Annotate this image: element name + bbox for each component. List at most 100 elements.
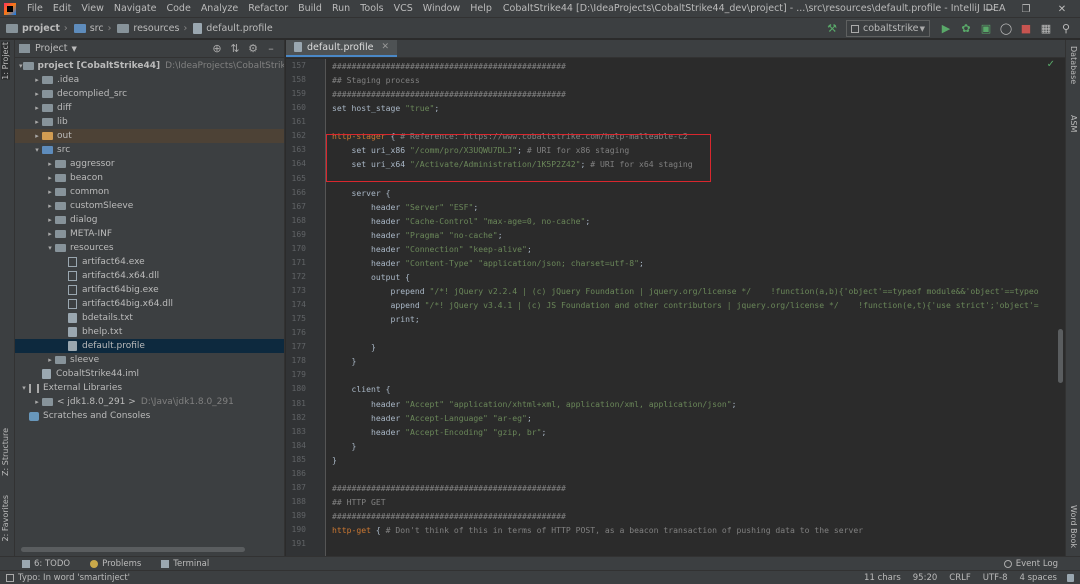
tree-item[interactable]: ▾ resources xyxy=(15,241,284,255)
code-line[interactable]: set uri_x86 "/comm/pro/X3UQWU7DLJ"; # UR… xyxy=(332,143,1058,157)
favorites-tool-tab[interactable]: 2: Favorites xyxy=(1,495,10,541)
project-structure-icon[interactable]: ▦ xyxy=(1036,20,1056,37)
code-line[interactable]: ########################################… xyxy=(332,59,1058,73)
code-line[interactable]: append "/*! jQuery v3.4.1 | (c) JS Found… xyxy=(332,298,1058,312)
collapse-icon[interactable]: ⇅ xyxy=(226,42,244,55)
collapsed-arrow-icon[interactable]: ▸ xyxy=(32,76,42,84)
tree-item[interactable]: artifact64big.exe xyxy=(15,283,284,297)
code-line[interactable]: print; xyxy=(332,312,1058,326)
editor-tab-default-profile[interactable]: default.profile ✕ xyxy=(286,40,398,57)
problems-tool-button[interactable]: Problems xyxy=(90,559,141,569)
code-line[interactable]: header "Accept-Encoding" "gzip, br"; xyxy=(332,425,1058,439)
code-line[interactable]: http-stager { # Reference: https://www.c… xyxy=(332,129,1058,143)
code-area[interactable]: 157 158 159 160 161 162 163 164 165 166 167 168 169 1… xyxy=(286,59,1065,556)
build-hammer-icon[interactable]: ⚒ xyxy=(826,22,838,35)
collapsed-arrow-icon[interactable]: ▸ xyxy=(45,160,55,168)
tree-item[interactable]: ▾ project [CobaltStrike44] D:\IdeaProjects… xyxy=(15,59,284,73)
chevron-down-icon[interactable]: ▼ xyxy=(72,45,77,53)
code-line[interactable]: set host_stage "true"; xyxy=(332,101,1058,115)
code-line[interactable]: output { xyxy=(332,270,1058,284)
code-line[interactable]: server { xyxy=(332,186,1058,200)
code-line[interactable]: client { xyxy=(332,382,1058,396)
code-line[interactable] xyxy=(332,172,1058,186)
code-line[interactable]: prepend "/*! jQuery v2.2.4 | (c) jQuery … xyxy=(332,284,1058,298)
close-tab-icon[interactable]: ✕ xyxy=(381,42,389,52)
collapsed-arrow-icon[interactable]: ▸ xyxy=(45,216,55,224)
tree-item[interactable]: artifact64.x64.dll xyxy=(15,269,284,283)
code-line[interactable]: set uri_x64 "/Activate/Administration/1K… xyxy=(332,157,1058,171)
minimize-icon[interactable]: — xyxy=(972,0,1008,18)
collapsed-arrow-icon[interactable]: ▸ xyxy=(32,90,42,98)
restore-icon[interactable]: ❐ xyxy=(1008,0,1044,18)
tree-item[interactable]: ▾ src xyxy=(15,143,284,157)
tree-item[interactable]: ▸ common xyxy=(15,185,284,199)
close-icon[interactable]: ✕ xyxy=(1044,0,1080,18)
tree-item[interactable]: ▸ dialog xyxy=(15,213,284,227)
menu-tools[interactable]: Tools xyxy=(355,3,388,14)
menu-code[interactable]: Code xyxy=(161,3,195,14)
breadcrumb-resources[interactable]: resources › xyxy=(111,23,187,34)
code-line[interactable]: header "Pragma" "no-cache"; xyxy=(332,228,1058,242)
inspection-ok-icon[interactable]: ✓ xyxy=(1047,59,1055,70)
tree-item[interactable]: ▸ decomplied_src xyxy=(15,87,284,101)
database-tool-tab[interactable]: Database xyxy=(1069,46,1078,84)
code-line[interactable]: header "Content-Type" "application/json;… xyxy=(332,256,1058,270)
tree-item[interactable]: ▸ .idea xyxy=(15,73,284,87)
status-message[interactable]: Typo: In word 'smartinject' xyxy=(6,573,130,583)
breadcrumb-file[interactable]: default.profile xyxy=(187,22,273,34)
project-panel-title[interactable]: Project xyxy=(35,43,68,54)
expanded-arrow-icon[interactable]: ▾ xyxy=(19,384,29,392)
code-line[interactable]: ########################################… xyxy=(332,509,1058,523)
collapsed-arrow-icon[interactable]: ▸ xyxy=(45,188,55,196)
collapsed-arrow-icon[interactable]: ▸ xyxy=(45,356,55,364)
tree-item[interactable]: default.profile xyxy=(15,339,284,353)
structure-tool-tab[interactable]: Z: Structure xyxy=(1,428,10,476)
menu-window[interactable]: Window xyxy=(418,3,465,14)
project-tool-tab[interactable]: 1: Project xyxy=(1,42,10,80)
code-line[interactable]: header "Accept" "application/xhtml+xml, … xyxy=(332,397,1058,411)
menu-run[interactable]: Run xyxy=(327,3,355,14)
tree-item[interactable]: ▾ External Libraries xyxy=(15,381,284,395)
search-icon[interactable]: ⚲ xyxy=(1056,20,1076,37)
expanded-arrow-icon[interactable]: ▾ xyxy=(19,62,23,70)
hide-icon[interactable]: – xyxy=(262,42,280,55)
expanded-arrow-icon[interactable]: ▾ xyxy=(45,244,55,252)
caret-position[interactable]: 95:20 xyxy=(913,573,938,583)
expanded-arrow-icon[interactable]: ▾ xyxy=(32,146,42,154)
menu-view[interactable]: View xyxy=(76,3,109,14)
code-line[interactable]: header "Connection" "keep-alive"; xyxy=(332,242,1058,256)
gear-icon[interactable]: ⚙ xyxy=(244,42,262,55)
word-book-tool-tab[interactable]: Word Book xyxy=(1069,505,1078,548)
todo-tool-button[interactable]: 6: TODO xyxy=(22,559,70,569)
code-line[interactable] xyxy=(332,115,1058,129)
code-line[interactable]: header "Cache-Control" "max-age=0, no-ca… xyxy=(332,214,1058,228)
collapsed-arrow-icon[interactable]: ▸ xyxy=(32,104,42,112)
asm-tool-tab[interactable]: ASM xyxy=(1069,115,1078,132)
tree-item[interactable]: ▸ < jdk1.8.0_291 > D:\Java\jdk1.8.0_291 xyxy=(15,395,284,409)
tree-item[interactable]: ▸ META-INF xyxy=(15,227,284,241)
tree-item[interactable]: ▸ sleeve xyxy=(15,353,284,367)
run-icon[interactable]: ▶ xyxy=(936,20,956,37)
debug-icon[interactable]: ✿ xyxy=(956,20,976,37)
vertical-scrollbar[interactable] xyxy=(1058,329,1063,383)
breadcrumb-project[interactable]: project › xyxy=(0,23,68,34)
lock-icon[interactable] xyxy=(1067,573,1074,582)
tree-item[interactable]: artifact64big.x64.dll xyxy=(15,297,284,311)
tree-item[interactable]: CobaltStrike44.iml xyxy=(15,367,284,381)
code-line[interactable]: header "Server" "ESF"; xyxy=(332,200,1058,214)
terminal-tool-button[interactable]: Terminal xyxy=(161,559,209,569)
code-line[interactable]: header "Accept-Language" "ar-eg"; xyxy=(332,411,1058,425)
menu-edit[interactable]: Edit xyxy=(48,3,76,14)
tree-item[interactable]: ▸ aggressor xyxy=(15,157,284,171)
collapsed-arrow-icon[interactable]: ▸ xyxy=(45,202,55,210)
collapsed-arrow-icon[interactable]: ▸ xyxy=(45,174,55,182)
tree-item[interactable]: bdetails.txt xyxy=(15,311,284,325)
stop-icon[interactable]: ■ xyxy=(1016,20,1036,37)
code-line[interactable]: } xyxy=(332,354,1058,368)
code-line[interactable]: ## HTTP GET xyxy=(332,495,1058,509)
tree-item[interactable]: ▸ lib xyxy=(15,115,284,129)
collapsed-arrow-icon[interactable]: ▸ xyxy=(32,118,42,126)
breadcrumb-src[interactable]: src › xyxy=(68,23,111,34)
menu-analyze[interactable]: Analyze xyxy=(196,3,243,14)
horizontal-scrollbar[interactable] xyxy=(21,547,245,552)
